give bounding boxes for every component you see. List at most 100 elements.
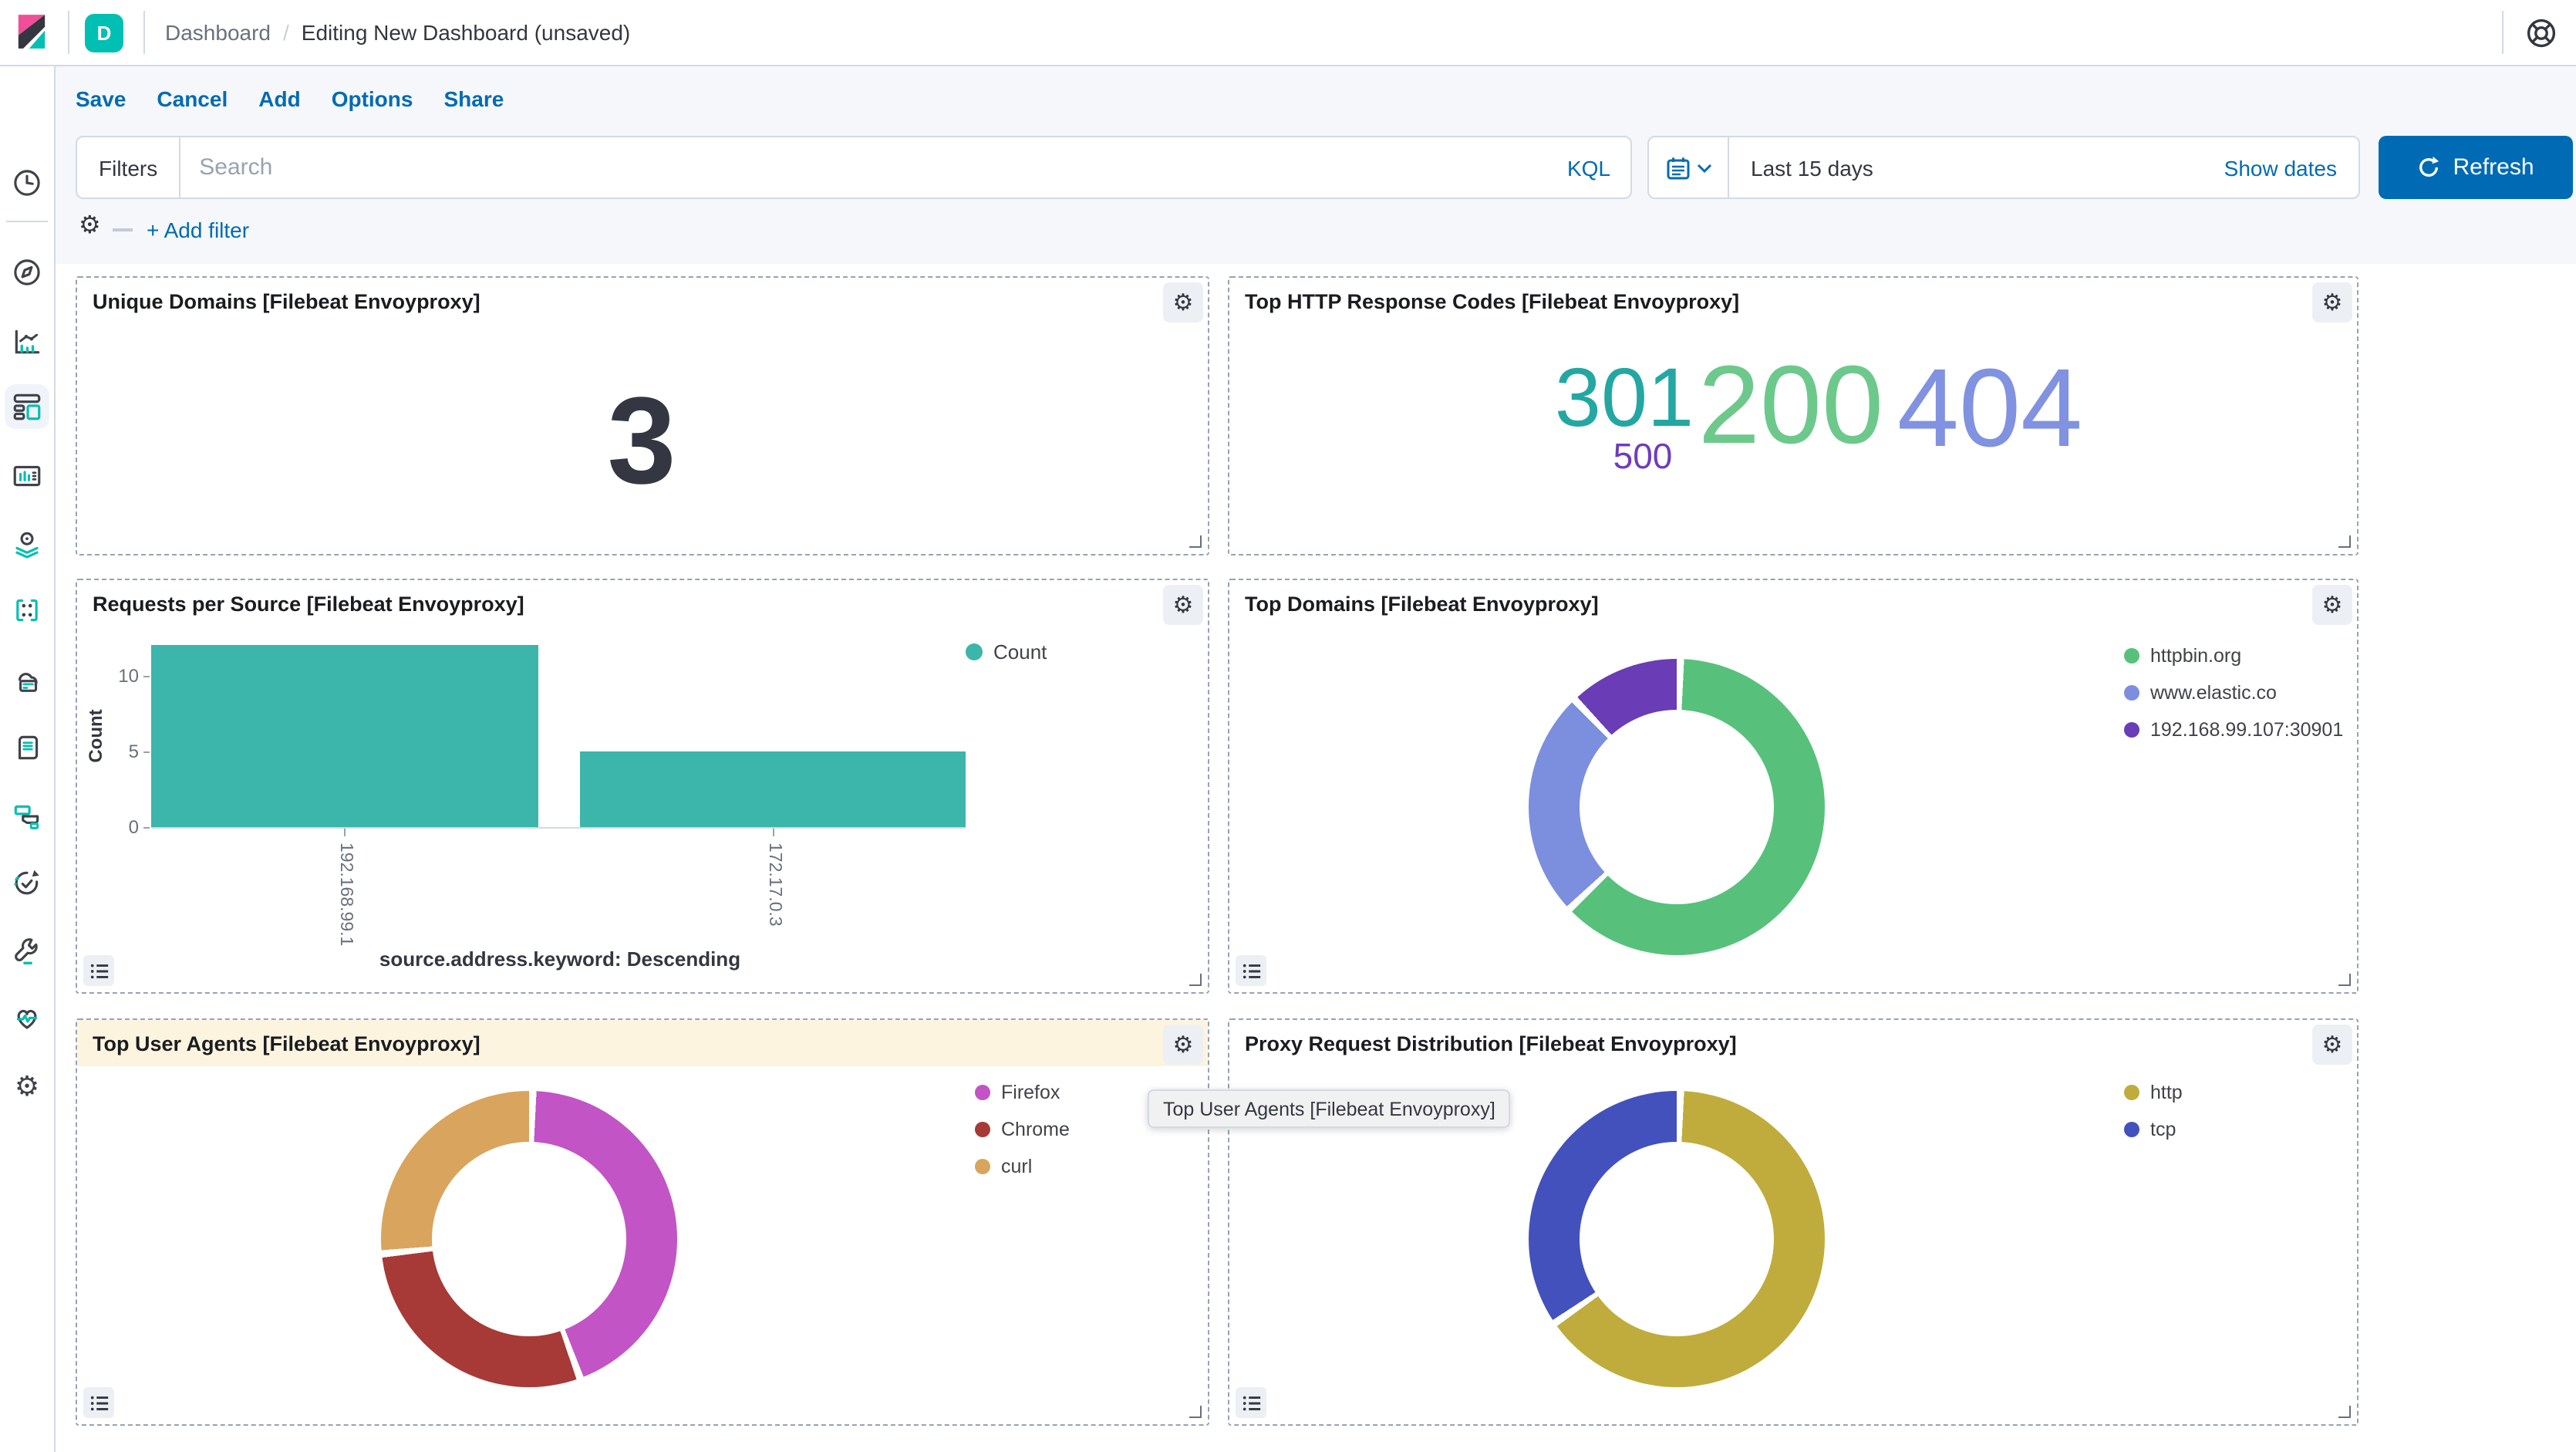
panel-gear-button[interactable]: ⚙ — [1163, 585, 1203, 625]
cancel-button[interactable]: Cancel — [157, 86, 228, 111]
resize-handle[interactable] — [1189, 974, 1202, 986]
uptime-icon — [11, 867, 43, 900]
refresh-button[interactable]: Refresh — [2379, 136, 2573, 199]
legend-label: http — [2150, 1081, 2183, 1103]
resize-handle[interactable] — [1189, 1406, 1202, 1418]
legend-dot — [2124, 1121, 2139, 1136]
tag-500[interactable]: 500 — [1613, 439, 1673, 474]
legend-item-tcp[interactable]: tcp — [2124, 1116, 2183, 1142]
resize-handle[interactable] — [2338, 974, 2351, 986]
sidebar-item-canvas[interactable] — [11, 460, 43, 492]
legend-item-count[interactable]: Count — [966, 639, 1047, 665]
sidebar-item-maps[interactable] — [11, 528, 43, 560]
x-axis-title: source.address.keyword: Descending — [379, 947, 740, 971]
add-filter-link[interactable]: + Add filter — [147, 218, 249, 242]
bar-chart-plot-area — [151, 645, 966, 829]
life-ring-help-icon — [2524, 15, 2559, 51]
panel-gear-button[interactable]: ⚙ — [2312, 585, 2352, 625]
help-button[interactable] — [2524, 15, 2559, 51]
options-button[interactable]: Options — [332, 86, 413, 111]
resize-handle[interactable] — [2338, 535, 2351, 548]
page-title: Editing New Dashboard (unsaved) — [302, 20, 630, 45]
calendar-icon — [1665, 155, 1690, 180]
legend: Firefox Chrome curl — [975, 1079, 1070, 1179]
kibana-logo-icon[interactable] — [12, 12, 51, 51]
search-input[interactable] — [180, 154, 1547, 181]
legend-label: 192.168.99.107:30901 — [2150, 718, 2343, 740]
line-chart-icon — [11, 326, 43, 358]
legend-item-chrome[interactable]: Chrome — [975, 1116, 1070, 1142]
bar-172-17-0-3[interactable] — [580, 751, 966, 827]
list-icon — [89, 961, 109, 981]
sidebar-item-uptime[interactable] — [11, 867, 43, 900]
breadcrumb-separator: / — [283, 20, 289, 45]
sidebar-item-stack-monitoring[interactable] — [11, 1001, 43, 1034]
panel-title: Top User Agents [Filebeat Envoyproxy] — [93, 1032, 480, 1055]
legend-label: Firefox — [1001, 1081, 1060, 1103]
panel-title: Top HTTP Response Codes [Filebeat Envoyp… — [1245, 290, 1739, 313]
bar-192-168-99-1[interactable] — [151, 645, 538, 827]
sidebar-item-metrics[interactable] — [11, 664, 43, 696]
sidebar-divider — [6, 221, 48, 222]
time-range-value[interactable]: Last 15 days — [1729, 155, 2215, 180]
dashboard-icon — [11, 390, 43, 423]
save-button[interactable]: Save — [76, 86, 126, 111]
donut-chart-top-domains[interactable] — [1529, 659, 1825, 955]
tag-200[interactable]: 200 — [1698, 350, 1883, 461]
legend-item-http[interactable]: http — [2124, 1079, 2183, 1105]
sidebar-item-visualize[interactable] — [11, 326, 43, 358]
tag-404[interactable]: 404 — [1897, 353, 2082, 464]
panel-title: Proxy Request Distribution [Filebeat Env… — [1245, 1032, 1737, 1055]
legend-dot — [966, 643, 983, 660]
legend-item-firefox[interactable]: Firefox — [975, 1079, 1070, 1105]
tag-301[interactable]: 301 — [1555, 356, 1694, 440]
panel-top-user-agents: Top User Agents [Filebeat Envoyproxy] ⚙ … — [76, 1018, 1209, 1426]
legend-toggle-button[interactable] — [1236, 1387, 1266, 1418]
legend-label: www.elastic.co — [2150, 681, 2277, 703]
sidebar-item-logs[interactable] — [11, 731, 43, 764]
panel-gear-button[interactable]: ⚙ — [2312, 1025, 2352, 1065]
legend-dot — [975, 1121, 990, 1136]
donut-chart-user-agents[interactable] — [381, 1091, 677, 1387]
kibana-app: D Dashboard / Editing New Dashboard (uns… — [0, 0, 2576, 1452]
legend-dot — [2124, 684, 2139, 700]
filter-settings-gear-icon[interactable]: ⚙ — [79, 214, 101, 239]
legend-toggle-button[interactable] — [83, 1387, 114, 1418]
sidebar-item-machine-learning[interactable] — [11, 594, 43, 626]
share-button[interactable]: Share — [443, 86, 504, 111]
breadcrumb-dashboard-link[interactable]: Dashboard — [165, 20, 271, 45]
sidebar-item-apm[interactable] — [11, 799, 43, 832]
legend-item-curl[interactable]: curl — [975, 1153, 1070, 1179]
resize-handle[interactable] — [1189, 535, 1202, 548]
panel-gear-button[interactable]: ⚙ — [1163, 282, 1203, 322]
sidebar-item-dev-tools[interactable] — [11, 935, 43, 967]
list-icon — [1241, 1393, 1261, 1413]
filters-menu-button[interactable]: Filters — [77, 137, 180, 198]
panel-gear-button[interactable]: ⚙ — [2312, 282, 2352, 322]
show-dates-button[interactable]: Show dates — [2215, 154, 2359, 181]
legend-item-elastic[interactable]: www.elastic.co — [2124, 679, 2343, 705]
panel-requests-per-source: Requests per Source [Filebeat Envoyproxy… — [76, 579, 1209, 994]
resize-handle[interactable] — [2338, 1406, 2351, 1418]
sidebar-item-dashboard[interactable] — [11, 390, 43, 423]
header-divider — [143, 11, 145, 54]
legend-toggle-button[interactable] — [1236, 955, 1266, 986]
header-divider — [2502, 11, 2504, 54]
space-badge[interactable]: D — [85, 14, 123, 52]
sidebar-item-discover[interactable] — [11, 256, 43, 289]
calendar-dropdown-button[interactable] — [1649, 137, 1729, 198]
sidebar-item-recents[interactable] — [11, 167, 43, 199]
clock-icon — [11, 167, 43, 199]
y-tick-mark — [143, 751, 150, 753]
legend-item-ip[interactable]: 192.168.99.107:30901 — [2124, 716, 2343, 742]
panel-title-tooltip: Top User Agents [Filebeat Envoyproxy] — [1148, 1089, 1511, 1128]
kql-language-button[interactable]: KQL — [1547, 155, 1630, 180]
legend-toggle-button[interactable] — [83, 955, 114, 986]
panel-gear-button[interactable]: ⚙ — [1163, 1025, 1203, 1065]
legend-item-httpbin[interactable]: httpbin.org — [2124, 642, 2343, 668]
add-button[interactable]: Add — [258, 86, 300, 111]
legend-dot — [2124, 721, 2139, 737]
metrics-infrastructure-icon — [11, 664, 43, 696]
sidebar-item-management[interactable]: ⚙ — [11, 1069, 43, 1102]
donut-chart-proxy-distribution[interactable] — [1529, 1091, 1825, 1387]
